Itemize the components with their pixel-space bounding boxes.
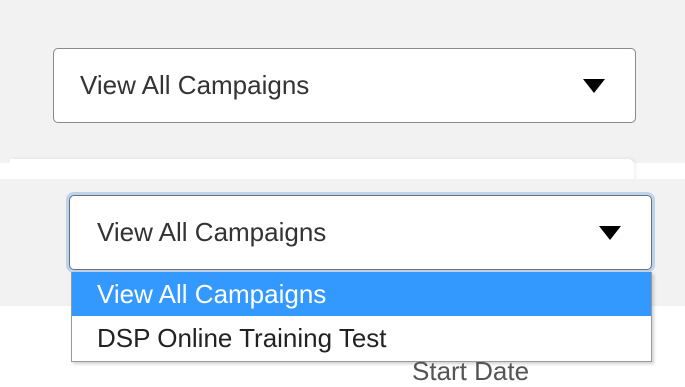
triangle-down-icon xyxy=(583,78,605,93)
card-edge xyxy=(10,159,634,181)
dropdown-option-dsp-online-training-test[interactable]: DSP Online Training Test xyxy=(72,316,651,360)
campaign-select[interactable]: View All Campaigns xyxy=(53,48,636,123)
column-header-start-date[interactable]: Start Date xyxy=(412,356,529,387)
campaign-select-value: View All Campaigns xyxy=(80,70,310,100)
triangle-down-icon xyxy=(599,225,621,240)
campaign-dropdown-list: View All Campaigns DSP Online Training T… xyxy=(71,272,652,362)
campaign-select-open-value: View All Campaigns xyxy=(97,217,327,247)
campaign-select-open[interactable]: View All Campaigns xyxy=(69,195,652,270)
dropdown-option-view-all-campaigns[interactable]: View All Campaigns xyxy=(72,272,651,316)
